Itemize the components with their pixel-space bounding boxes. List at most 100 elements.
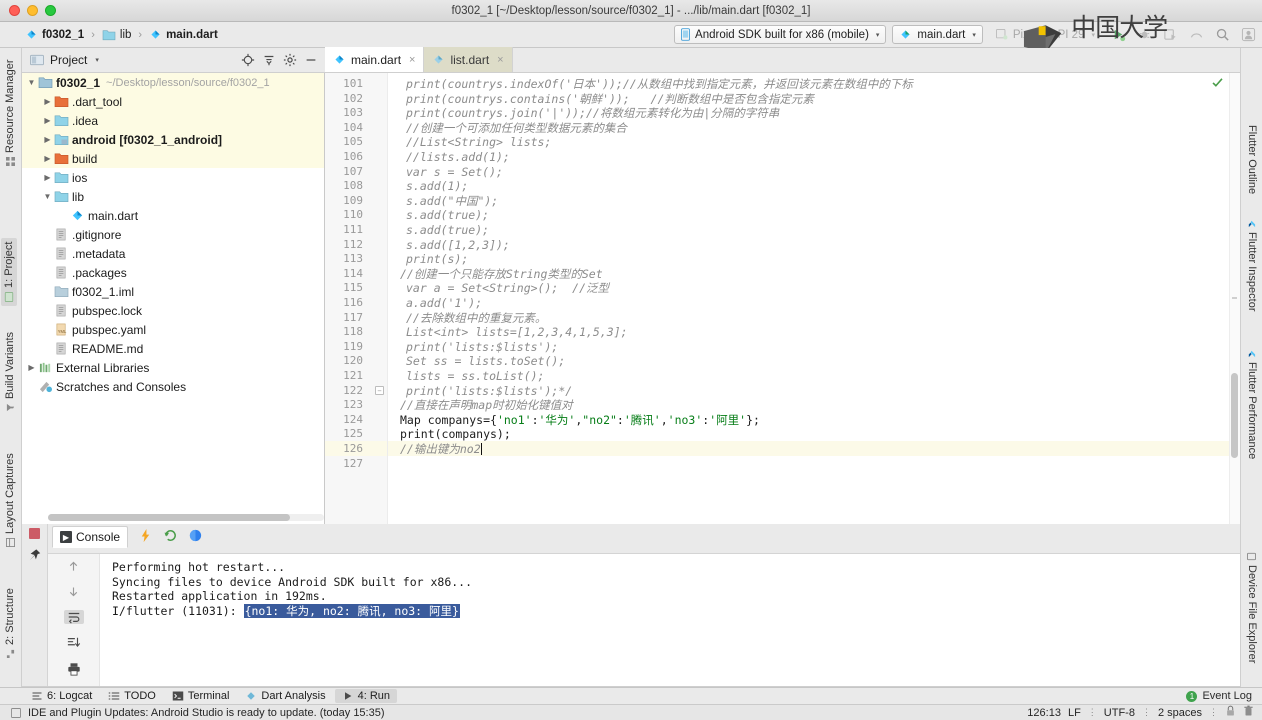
caret-position[interactable]: 126:13 <box>1027 707 1061 719</box>
tool-window-logcat[interactable]: 6: Logcat <box>24 689 99 703</box>
hide-icon[interactable] <box>302 52 319 69</box>
event-log-button[interactable]: 1 Event Log <box>1186 690 1262 702</box>
code-line[interactable]: print(s); <box>406 252 468 267</box>
code-line[interactable]: a.add('1'); <box>406 296 482 311</box>
sidebar-item-project[interactable]: 1: Project <box>1 237 17 306</box>
chevron-right-icon[interactable]: ▶ <box>42 116 53 125</box>
tree-item-build[interactable]: ▶ build <box>22 149 324 168</box>
code-line[interactable]: Map companys={'no1':'华为',"no2":'腾讯','no3… <box>400 413 760 428</box>
tree-item-external-libraries[interactable]: ▶ External Libraries <box>22 358 324 377</box>
code-line[interactable]: print(countrys.join('|'));//将数组元素转化为由|分隔… <box>406 106 779 121</box>
hot-restart-icon[interactable] <box>163 528 178 546</box>
code-editor[interactable]: 101 102 103 104 105 106 107 108 109 110 111 112 113 1… <box>325 73 1240 524</box>
code-line[interactable]: Set ss = lists.toSet(); <box>406 354 565 369</box>
user-avatar[interactable] <box>1238 25 1258 45</box>
breadcrumb-item-lib[interactable]: lib <box>99 28 135 42</box>
code-fold-marker[interactable]: − <box>375 385 384 395</box>
device-selector[interactable]: Android SDK built for x86 (mobile) ▾ <box>674 25 887 44</box>
code-line[interactable]: //创建一个可添加任何类型数据元素的集合 <box>406 121 627 136</box>
encoding[interactable]: UTF-8 <box>1104 707 1135 719</box>
sidebar-item-device-file-explorer[interactable]: Device File Explorer <box>1244 548 1260 667</box>
tree-item-pubspec-lock[interactable]: pubspec.lock <box>22 301 324 320</box>
avd-selector[interactable]: Pixel 2 API 29 ▾ <box>989 25 1102 44</box>
stop-icon[interactable] <box>29 528 40 539</box>
code-line[interactable]: print('lists:$lists');*/ <box>406 384 572 399</box>
sidebar-item-resource-manager[interactable]: Resource Manager <box>2 55 18 170</box>
code-line[interactable]: s.add(1); <box>406 179 468 194</box>
close-icon[interactable]: × <box>497 54 503 66</box>
sidebar-item-flutter-inspector[interactable]: Flutter Inspector <box>1244 215 1260 315</box>
code-line[interactable]: //输出键为no2 <box>400 442 482 457</box>
chevron-right-icon[interactable]: ▶ <box>42 135 53 144</box>
console-output[interactable]: Performing hot restart... Syncing files t… <box>100 554 1240 686</box>
inspection-status-icon[interactable] <box>1211 76 1224 92</box>
breadcrumb-item-project[interactable]: f0302_1 <box>22 27 87 42</box>
hot-reload-button[interactable] <box>1160 25 1180 45</box>
line-separator[interactable]: LF <box>1068 707 1081 719</box>
tool-window-run[interactable]: 4: Run <box>334 689 398 703</box>
hot-reload-icon[interactable] <box>138 528 153 546</box>
chevron-down-icon[interactable]: ▼ <box>26 78 37 87</box>
lock-icon[interactable] <box>1225 705 1236 720</box>
breadcrumb-item-file[interactable]: main.dart <box>146 27 221 42</box>
code-line[interactable]: s.add([1,2,3]); <box>406 238 510 253</box>
print-icon[interactable] <box>64 662 84 676</box>
settings-gear-icon[interactable] <box>281 52 298 69</box>
code-line[interactable]: s.add("中国"); <box>406 194 498 209</box>
trash-icon[interactable] <box>1243 705 1254 720</box>
tree-item-pubspec-yaml[interactable]: YML pubspec.yaml <box>22 320 324 339</box>
code-line[interactable]: //List<String> lists; <box>406 135 551 150</box>
tree-item--idea[interactable]: ▶ .idea <box>22 111 324 130</box>
tree-item-f0302_1-iml[interactable]: f0302_1.iml <box>22 282 324 301</box>
scroll-to-end-icon[interactable] <box>64 636 84 650</box>
code-line[interactable]: //直接在声明map时初始化键值对 <box>400 398 573 413</box>
tree-item-f0302_1[interactable]: ▼ f0302_1 ~/Desktop/lesson/source/f0302_1 <box>22 73 324 92</box>
sidebar-item-build-variants[interactable]: Build Variants <box>2 328 18 416</box>
code-line[interactable]: lists = ss.toList(); <box>406 369 544 384</box>
code-line[interactable]: print('lists:$lists'); <box>406 340 558 355</box>
chevron-down-icon[interactable]: ▼ <box>42 192 53 201</box>
run-button[interactable] <box>1108 25 1128 45</box>
status-message[interactable]: IDE and Plugin Updates: Android Studio i… <box>10 707 385 719</box>
pin-icon[interactable] <box>28 548 42 565</box>
search-everywhere-button[interactable] <box>1212 25 1232 45</box>
tree-item--gitignore[interactable]: .gitignore <box>22 225 324 244</box>
editor-tab-list-dart[interactable]: list.dart × <box>424 47 513 72</box>
chevron-right-icon[interactable]: ▶ <box>42 154 53 163</box>
code-line[interactable]: //去除数组中的重复元素。 <box>406 311 546 326</box>
editor-gutter[interactable]: 101 102 103 104 105 106 107 108 109 110 111 112 113 1… <box>325 73 388 524</box>
code-line[interactable]: List<int> lists=[1,2,3,4,1,5,3]; <box>406 325 628 340</box>
tree-item-ios[interactable]: ▶ ios <box>22 168 324 187</box>
code-line[interactable]: print(countrys.contains('朝鲜')); //判断数组中是… <box>406 92 814 107</box>
close-icon[interactable]: × <box>409 54 415 66</box>
tree-item-lib[interactable]: ▼ lib <box>22 187 324 206</box>
console-tab[interactable]: ▶ Console <box>52 526 129 548</box>
chevron-down-icon[interactable]: ▾ <box>95 56 99 64</box>
code-line[interactable]: print(countrys.indexOf('日本'));//从数组中找到指定… <box>406 77 913 92</box>
tree-item-main-dart[interactable]: main.dart <box>22 206 324 225</box>
chevron-right-icon[interactable]: ▶ <box>26 363 37 372</box>
soft-wrap-icon[interactable] <box>63 610 84 624</box>
tool-window-terminal[interactable]: Terminal <box>165 689 237 703</box>
chevron-right-icon[interactable]: ▶ <box>42 97 53 106</box>
sidebar-item-layout-captures[interactable]: Layout Captures <box>2 449 18 551</box>
tool-window-dart-analysis[interactable]: Dart Analysis <box>238 689 332 703</box>
code-line[interactable]: var s = Set(); <box>406 165 503 180</box>
code-line[interactable]: s.add(true); <box>406 208 489 223</box>
tree-item-readme-md[interactable]: README.md <box>22 339 324 358</box>
sidebar-item-flutter-performance[interactable]: Flutter Performance <box>1244 345 1260 463</box>
project-tree-horizontal-scrollbar[interactable] <box>48 514 324 521</box>
code-line[interactable]: //创建一个只能存放String类型的Set <box>400 267 603 282</box>
code-line[interactable]: var a = Set<String>(); //泛型 <box>406 281 609 296</box>
tree-item--packages[interactable]: .packages <box>22 263 324 282</box>
run-configuration-selector[interactable]: main.dart ▾ <box>892 25 983 44</box>
editor-vertical-scrollbar[interactable] <box>1231 373 1238 458</box>
sidebar-item-flutter-outline[interactable]: Flutter Outline <box>1244 121 1260 198</box>
code-line[interactable]: s.add(true); <box>406 223 489 238</box>
flutter-inspector-icon[interactable] <box>188 528 203 546</box>
editor-tab-main-dart[interactable]: main.dart × <box>325 47 425 72</box>
collapse-all-icon[interactable] <box>260 52 277 69</box>
chevron-right-icon[interactable]: ▶ <box>42 173 53 182</box>
tree-item-scratches-and-consoles[interactable]: Scratches and Consoles <box>22 377 324 396</box>
debug-button[interactable] <box>1134 25 1154 45</box>
